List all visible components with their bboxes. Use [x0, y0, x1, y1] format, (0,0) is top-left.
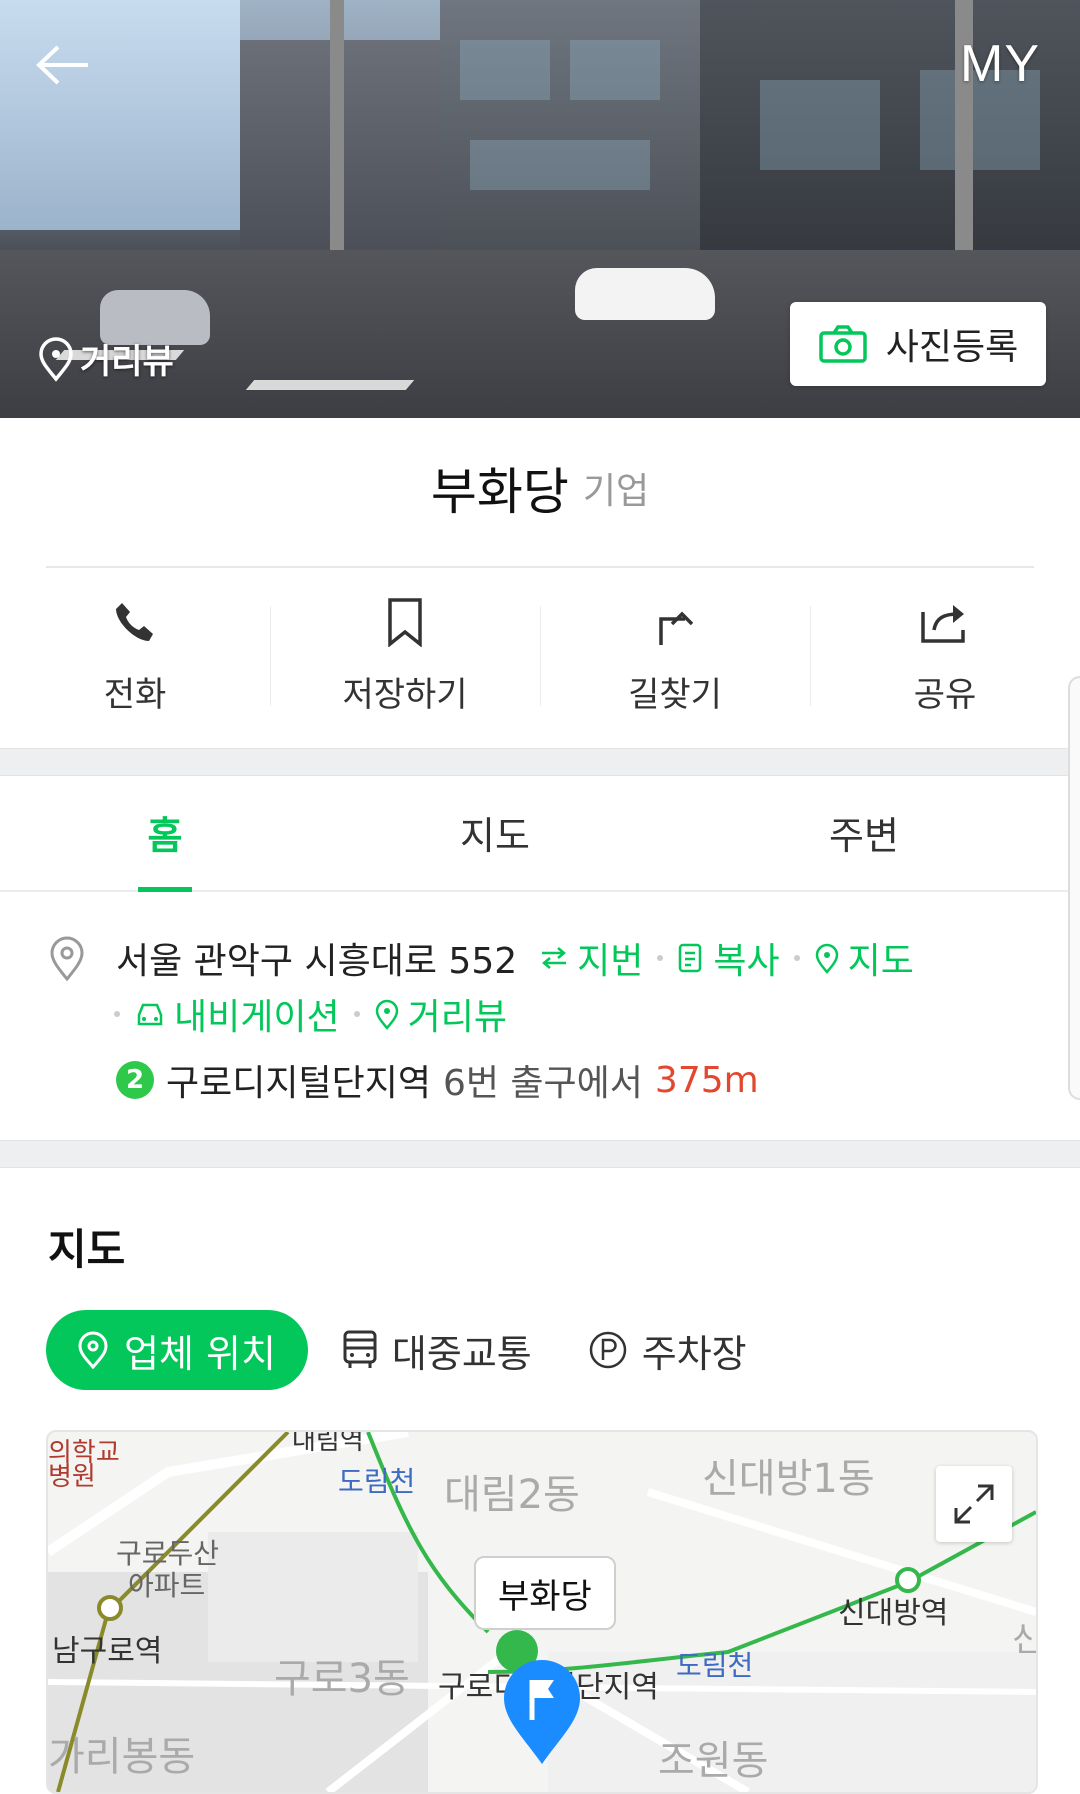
car-icon: [137, 1003, 163, 1026]
bookmark-icon: [388, 597, 422, 647]
separator-dot: [793, 955, 800, 961]
map-link-label: 지도: [847, 941, 914, 982]
map-link[interactable]: 지도: [814, 932, 914, 984]
separator-dot: [114, 1011, 120, 1017]
location-map[interactable]: 의학교 병원 대림역 도림천 대림2동 신대방1동 구로두산 아파트 남구로역 …: [46, 1430, 1038, 1794]
streetview-link-label: 거리뷰: [407, 997, 507, 1038]
call-button[interactable]: 전화: [0, 596, 270, 716]
share-icon: [921, 604, 965, 643]
streetview-button[interactable]: 거리뷰: [38, 334, 174, 383]
map-section-title: 지도: [48, 1225, 126, 1274]
save-button[interactable]: 저장하기: [270, 596, 540, 716]
arrow-left-icon: [36, 45, 88, 85]
business-location-tab[interactable]: 업체 위치: [46, 1310, 308, 1390]
map-filter-tabs: 업체 위치 대중교통 주차장: [46, 1310, 803, 1390]
exit-text: 6번 출구에서: [442, 1063, 643, 1104]
expand-icon: [954, 1484, 994, 1524]
separator-dot: [353, 1011, 360, 1017]
lot-number-label: 지번: [577, 941, 644, 982]
map-label: 구로3동: [274, 1656, 410, 1702]
map-label: 대림역: [292, 1430, 364, 1456]
divider: [46, 566, 1034, 568]
parking-icon: [589, 1331, 627, 1369]
place-title-row: 부화당 기업: [0, 452, 1080, 524]
map-label: 병원: [48, 1462, 96, 1492]
map-label: 신대방역: [838, 1596, 949, 1631]
tab-home[interactable]: 홈: [0, 774, 330, 892]
photo-register-label: 사진등록: [885, 327, 1019, 368]
copy-icon: [679, 943, 702, 973]
public-transit-label: 대중교통: [391, 1331, 532, 1376]
photo-register-button[interactable]: 사진등록: [790, 302, 1046, 386]
tab-bar: 홈 지도 주변: [0, 774, 1068, 892]
back-button[interactable]: [32, 40, 92, 90]
swap-icon: [542, 947, 567, 969]
side-scroll-handle[interactable]: [1068, 676, 1080, 1100]
lane-marking: [245, 380, 415, 390]
location-pin-icon: [815, 943, 838, 974]
address-text: 서울 관악구 시흥대로 552: [116, 941, 518, 982]
separator-dot: [657, 955, 664, 961]
copy-label: 복사: [713, 941, 780, 982]
directions-label: 길찾기: [628, 675, 722, 715]
map-label: 도림천: [338, 1465, 416, 1498]
place-name: 부화당: [430, 463, 569, 521]
tab-nearby[interactable]: 주변: [660, 774, 1068, 890]
street-view-photo[interactable]: MY 거리뷰 사진등록: [0, 0, 1080, 418]
map-expand-button[interactable]: [936, 1466, 1012, 1542]
action-bar: 전화 저장하기 길찾기 공유: [0, 596, 1080, 716]
window: [760, 80, 880, 170]
location-pin-icon: [39, 336, 73, 382]
tab-map[interactable]: 지도: [330, 774, 660, 890]
parking-label: 주차장: [641, 1331, 747, 1376]
phone-icon: [116, 602, 153, 641]
map-label: 도림천: [676, 1649, 754, 1682]
sky-area: [0, 0, 240, 230]
public-transit-tab[interactable]: 대중교통: [342, 1323, 532, 1378]
place-marker-icon[interactable]: [500, 1658, 584, 1768]
station-name: 구로디지털단지역: [166, 1063, 431, 1104]
bus-icon: [343, 1330, 377, 1368]
my-button[interactable]: MY: [960, 34, 1040, 94]
save-label: 저장하기: [342, 675, 468, 715]
window: [570, 40, 660, 100]
map-label: 신: [1012, 1612, 1036, 1661]
business-location-label: 업체 위치: [124, 1331, 276, 1376]
location-pin-icon: [50, 936, 84, 982]
navigation-label: 내비게이션: [174, 997, 340, 1038]
location-pin-icon: [78, 1331, 108, 1370]
window: [470, 140, 650, 190]
directions-button[interactable]: 길찾기: [540, 596, 810, 716]
parked-car: [575, 268, 715, 320]
parking-tab[interactable]: 주차장: [588, 1323, 747, 1378]
map-label: 남구로역: [52, 1634, 163, 1669]
distance-text: 375m: [654, 1059, 759, 1101]
navigation-link[interactable]: 내비게이션: [134, 988, 340, 1040]
share-button[interactable]: 공유: [810, 596, 1080, 716]
subway-line-badge: 2: [116, 1061, 154, 1099]
address-row: 서울 관악구 시흥대로 552 지번 복사 지도: [116, 932, 914, 984]
location-pin-icon: [375, 999, 398, 1030]
share-label: 공유: [913, 675, 977, 715]
window: [460, 40, 550, 100]
streetview-link[interactable]: 거리뷰: [374, 988, 507, 1040]
section-divider: [0, 1140, 1080, 1168]
section-divider: [0, 748, 1080, 776]
lot-number-link[interactable]: 지번: [539, 932, 643, 984]
marker-label: 부화당: [474, 1556, 616, 1630]
place-category: 기업: [582, 471, 650, 512]
map-label: 대림2동: [444, 1472, 580, 1518]
subway-row: 2 구로디지털단지역 6번 출구에서 375m: [116, 1054, 759, 1106]
streetview-label: 거리뷰: [80, 342, 174, 382]
map-label: 아파트: [128, 1569, 206, 1602]
camera-icon: [819, 325, 867, 363]
directions-icon: [659, 611, 694, 645]
call-label: 전화: [103, 675, 167, 715]
map-label: 가리봉동: [48, 1734, 196, 1780]
copy-link[interactable]: 복사: [677, 932, 780, 984]
map-label: 신대방1동: [702, 1456, 875, 1502]
map-label: 조원동: [658, 1738, 769, 1784]
address-links-row: 내비게이션 거리뷰: [114, 988, 507, 1040]
